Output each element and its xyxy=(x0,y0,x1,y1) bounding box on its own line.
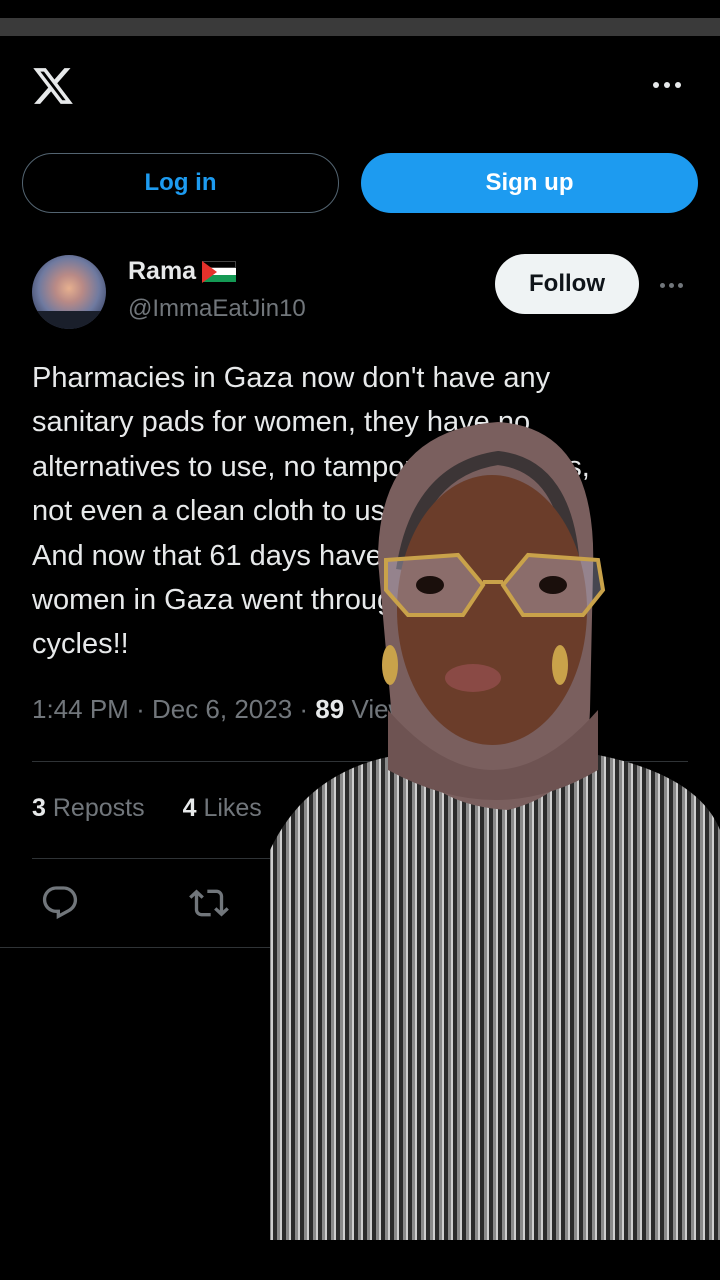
author-name[interactable]: Rama xyxy=(128,257,237,286)
repost-icon[interactable] xyxy=(188,883,230,923)
status-strip xyxy=(0,18,720,36)
post-more-button[interactable] xyxy=(652,270,690,300)
post-time[interactable]: 1:44 PM xyxy=(32,694,129,724)
avatar[interactable] xyxy=(32,255,106,329)
reposts-stat[interactable]: 3 Reposts xyxy=(32,794,145,823)
video-overlay-person xyxy=(270,422,720,1240)
more-horizontal-icon xyxy=(653,82,659,88)
more-options-button[interactable] xyxy=(646,70,688,100)
follow-button[interactable]: Follow xyxy=(495,254,639,314)
signup-button[interactable]: Sign up xyxy=(361,153,698,213)
engagement-stats: 3 Reposts 4 Likes xyxy=(32,794,262,823)
login-button[interactable]: Log in xyxy=(22,153,339,213)
reply-icon[interactable] xyxy=(40,883,80,923)
palestine-flag-icon xyxy=(202,260,237,283)
x-logo-icon[interactable] xyxy=(30,64,76,108)
more-horizontal-icon xyxy=(659,282,665,288)
author-handle[interactable]: @ImmaEatJin10 xyxy=(128,295,306,323)
likes-stat[interactable]: 4 Likes xyxy=(183,794,262,823)
author-display-name: Rama xyxy=(128,257,197,285)
